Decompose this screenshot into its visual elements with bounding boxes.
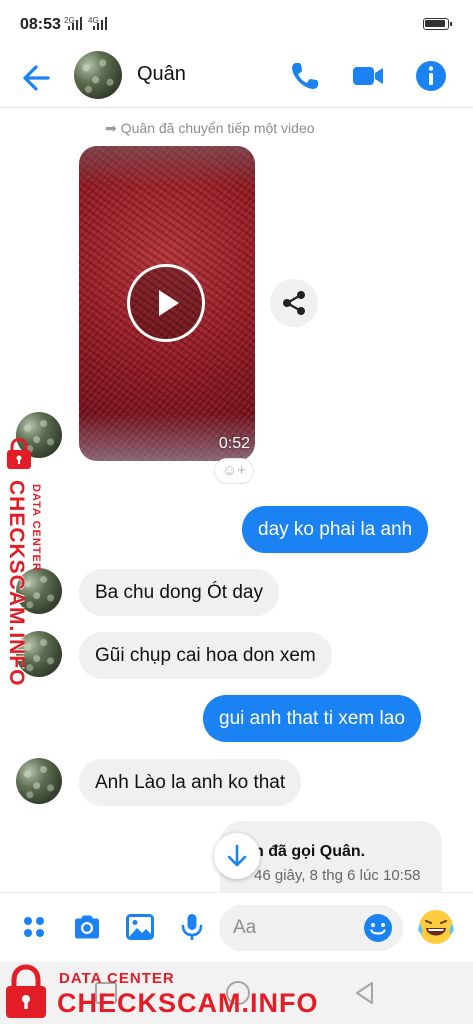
- watermark-label-small: DATA CENTER: [30, 484, 42, 572]
- contact-avatar[interactable]: [74, 51, 122, 99]
- microphone-icon[interactable]: [176, 911, 208, 943]
- status-time: 08:53: [20, 16, 61, 33]
- phone-icon[interactable]: [287, 58, 323, 94]
- message-bubble-outgoing[interactable]: gui anh that ti xem lao: [203, 695, 421, 742]
- chat-thread[interactable]: ➡ Quân đã chuyển tiếp một video 0:52 ☺+ d…: [0, 109, 473, 892]
- watermark-side: DATA CENTER CHECKSCAM.INFO: [0, 430, 50, 687]
- message-bubble-incoming[interactable]: Gũi chụp cai hoa don xem: [79, 632, 332, 679]
- add-reaction-icon[interactable]: ☺+: [214, 458, 254, 484]
- lock-icon: [6, 964, 46, 1018]
- scroll-down-icon[interactable]: [214, 833, 260, 879]
- message-composer: [0, 892, 473, 962]
- status-bar: 08:53 2G 4G: [0, 0, 473, 48]
- video-camera-icon[interactable]: [350, 58, 386, 94]
- lock-icon: [7, 438, 31, 469]
- forward-note-text: Quân đã chuyển tiếp một video: [120, 120, 315, 136]
- watermark-bottom: DATA CENTER CHECKSCAM.INFO: [0, 962, 318, 1024]
- chat-header: Quân: [0, 48, 473, 108]
- image-icon[interactable]: [124, 911, 156, 943]
- call-title: n đã gọi Quân.: [254, 843, 366, 860]
- video-message[interactable]: 0:52: [79, 146, 255, 461]
- system-back-icon[interactable]: [352, 980, 378, 1006]
- forward-arrow-icon: ➡: [105, 120, 117, 136]
- laughing-emoji-icon[interactable]: [416, 907, 456, 947]
- camera-icon[interactable]: [71, 911, 103, 943]
- contact-name[interactable]: Quân: [137, 63, 186, 86]
- message-bubble-incoming[interactable]: Ba chu dong Ót day: [79, 569, 279, 616]
- call-details: 46 giây, 8 thg 6 lúc 10:58: [254, 867, 421, 884]
- share-icon[interactable]: [270, 279, 318, 327]
- info-icon[interactable]: [413, 58, 449, 94]
- sender-avatar: [16, 758, 62, 804]
- battery-icon: [423, 18, 452, 30]
- video-thumbnail-top: [79, 146, 255, 186]
- back-arrow-icon[interactable]: [18, 58, 58, 98]
- play-icon[interactable]: [127, 264, 205, 342]
- message-bubble-incoming[interactable]: Anh Lào la anh ko that: [79, 759, 302, 806]
- message-bubble-outgoing[interactable]: day ko phai la anh: [242, 506, 429, 553]
- signal-icon: [68, 17, 82, 30]
- forward-note: ➡ Quân đã chuyển tiếp một video: [105, 120, 315, 137]
- watermark-label-big: CHECKSCAM.INFO: [5, 480, 28, 687]
- video-duration: 0:52: [218, 435, 250, 452]
- emoji-icon[interactable]: [362, 912, 394, 944]
- watermark-label-small: DATA CENTER: [59, 970, 175, 987]
- signal-icon-2: [93, 17, 107, 30]
- menu-dots-icon[interactable]: [18, 911, 50, 943]
- watermark-label-big: CHECKSCAM.INFO: [57, 988, 319, 1018]
